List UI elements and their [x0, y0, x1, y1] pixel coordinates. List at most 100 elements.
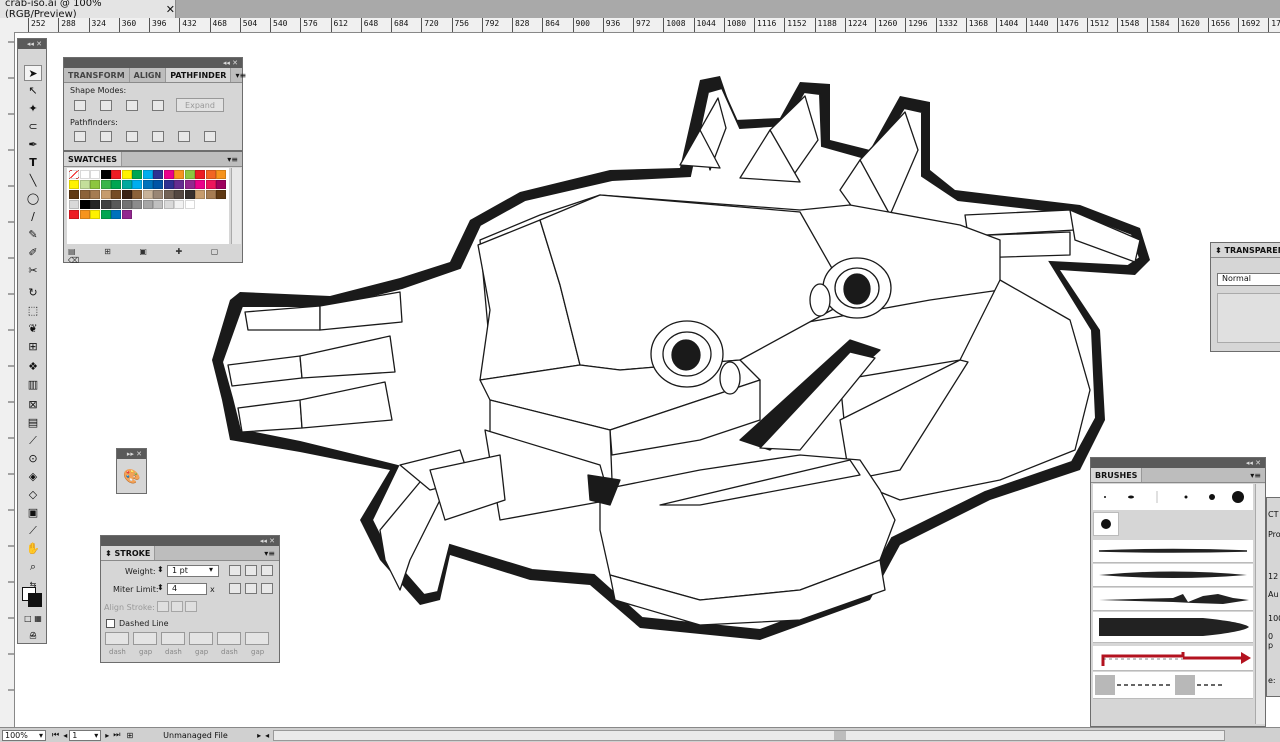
status-menu-icon[interactable]: ⊞ — [126, 731, 133, 740]
swatch[interactable] — [90, 180, 100, 189]
swatch[interactable] — [111, 210, 121, 219]
artboard-tool-icon[interactable]: ▣ — [24, 505, 42, 521]
column-graph-tool-icon[interactable]: ▥ — [24, 377, 42, 393]
none-swatch-icon[interactable] — [69, 170, 79, 179]
swatch[interactable] — [132, 190, 142, 199]
live-paint-selection-tool-icon[interactable]: ◇ — [24, 487, 42, 503]
trim-icon[interactable] — [100, 131, 112, 142]
zoom-tool-icon[interactable]: ⌕ — [24, 559, 42, 575]
swatch[interactable] — [174, 200, 184, 209]
stroke-color-icon[interactable] — [28, 593, 42, 607]
live-paint-tool-icon[interactable]: ◈ — [24, 469, 42, 485]
swatch[interactable] — [69, 210, 79, 219]
swatch[interactable] — [122, 200, 132, 209]
slice-tool-icon[interactable]: ⟋ — [24, 523, 42, 539]
swatch[interactable] — [185, 200, 195, 209]
swatch[interactable] — [122, 180, 132, 189]
brushes-panel-titlebar[interactable]: ◂◂ ✕ — [1091, 458, 1265, 468]
chevron-down-icon[interactable]: ▾ — [94, 731, 100, 740]
mesh-tool-icon[interactable]: ⊠ — [24, 397, 42, 413]
eyedropper-tool-icon[interactable]: ⟋ — [24, 433, 42, 449]
chevron-down-icon[interactable]: ▾ — [209, 565, 213, 574]
round-cap-icon[interactable] — [245, 565, 257, 576]
swatch[interactable] — [80, 170, 90, 179]
swatch[interactable] — [132, 180, 142, 189]
swatch[interactable] — [90, 170, 100, 179]
tab-brushes[interactable]: BRUSHES — [1091, 468, 1142, 482]
swatch[interactable] — [80, 210, 90, 219]
crab-artwork[interactable] — [200, 68, 1160, 648]
horizontal-ruler[interactable]: 2522883243603964324685045405766126486847… — [0, 18, 1280, 33]
vertical-ruler[interactable] — [0, 32, 15, 727]
swatch[interactable] — [174, 170, 184, 179]
swatch[interactable] — [69, 200, 79, 209]
swatch[interactable] — [153, 170, 163, 179]
swatch[interactable] — [206, 180, 216, 189]
round-join-icon[interactable] — [245, 583, 257, 594]
swatch[interactable] — [185, 170, 195, 179]
swatch[interactable] — [80, 200, 90, 209]
align-inside-icon[interactable] — [171, 601, 183, 612]
panel-menu-icon[interactable]: ▾≡ — [223, 152, 242, 166]
pattern-brush-arrow[interactable] — [1093, 646, 1253, 671]
swatch[interactable] — [143, 170, 153, 179]
line-tool-icon[interactable]: ╲ — [24, 173, 42, 189]
chevron-down-icon[interactable]: ▾ — [39, 731, 45, 740]
tab-align[interactable]: ALIGN — [130, 68, 167, 82]
screen-mode-icon[interactable]: ▭ — [24, 629, 42, 645]
swatch[interactable] — [111, 180, 121, 189]
panel-menu-icon[interactable]: ▾≡ — [1246, 468, 1265, 482]
swatch[interactable] — [101, 200, 111, 209]
dash-field[interactable] — [217, 632, 241, 645]
rotate-tool-icon[interactable]: ↻ — [24, 285, 42, 301]
gap-field[interactable] — [245, 632, 269, 645]
dashed-line-checkbox[interactable] — [106, 619, 115, 628]
minus-front-icon[interactable] — [100, 100, 112, 111]
swatch[interactable] — [143, 190, 153, 199]
crop-icon[interactable] — [152, 131, 164, 142]
align-center-icon[interactable] — [157, 601, 169, 612]
swatch[interactable] — [111, 200, 121, 209]
tools-panel-titlebar[interactable]: ◂◂ ✕ — [18, 39, 46, 49]
selection-tool-icon[interactable]: ➤ — [24, 65, 42, 81]
brushes-scrollbar[interactable] — [1255, 484, 1265, 724]
swatch[interactable] — [164, 180, 174, 189]
unite-icon[interactable] — [74, 100, 86, 111]
swatch[interactable] — [206, 190, 216, 199]
swatch[interactable] — [164, 190, 174, 199]
dash-field[interactable] — [105, 632, 129, 645]
scale-tool-icon[interactable]: ⬚ — [24, 303, 42, 319]
direct-selection-tool-icon[interactable]: ↖ — [24, 83, 42, 99]
tab-stroke[interactable]: ⬍ STROKE — [101, 546, 155, 560]
horizontal-scrollbar[interactable] — [273, 730, 1225, 741]
swatch[interactable] — [69, 180, 79, 189]
swatch[interactable] — [101, 190, 111, 199]
lasso-tool-icon[interactable]: ⊂ — [24, 119, 42, 135]
gap-field[interactable] — [189, 632, 213, 645]
tab-pathfinder[interactable]: PATHFINDER — [166, 68, 231, 82]
align-outside-icon[interactable] — [185, 601, 197, 612]
art-brush-splatter[interactable] — [1093, 588, 1253, 611]
pathfinder-panel-titlebar[interactable]: ◂◂ ✕ — [64, 58, 242, 68]
swatch[interactable] — [69, 190, 79, 199]
swatch[interactable] — [101, 180, 111, 189]
swatch[interactable] — [164, 200, 174, 209]
bevel-join-icon[interactable] — [261, 583, 273, 594]
swatch[interactable] — [195, 170, 205, 179]
miter-join-icon[interactable] — [229, 583, 241, 594]
scissors-tool-icon[interactable]: ✂ — [24, 263, 42, 279]
exclude-icon[interactable] — [152, 100, 164, 111]
page-select[interactable]: 1 ▾ — [69, 730, 101, 741]
free-transform-tool-icon[interactable]: ⊞ — [24, 339, 42, 355]
swatch[interactable] — [143, 200, 153, 209]
swatch[interactable] — [195, 180, 205, 189]
blend-tool-icon[interactable]: ⊙ — [24, 451, 42, 467]
swatch[interactable] — [143, 180, 153, 189]
swatch[interactable] — [80, 190, 90, 199]
tab-transform[interactable]: TRANSFORM — [64, 68, 130, 82]
swatch[interactable] — [132, 200, 142, 209]
pencil-tool-icon[interactable]: ✎ — [24, 227, 42, 243]
zoom-select[interactable]: 100% ▾ — [2, 730, 46, 741]
swatch[interactable] — [122, 190, 132, 199]
swatch[interactable] — [216, 180, 226, 189]
